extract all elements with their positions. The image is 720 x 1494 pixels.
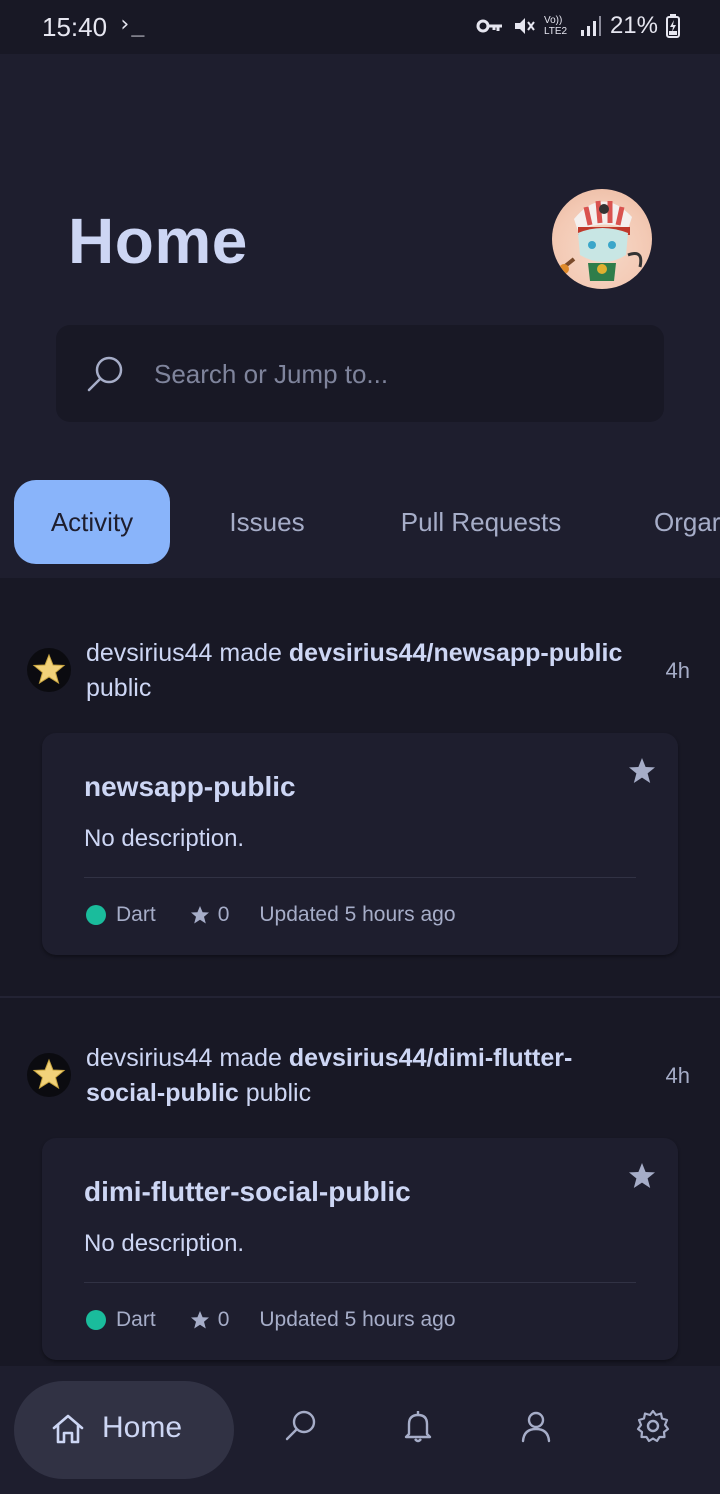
card-divider: [84, 1282, 636, 1283]
repo-card[interactable]: newsapp-public No description. Dart 0 Up…: [42, 733, 678, 955]
feed-headline[interactable]: devsirius44 made devsirius44/dimi-flutte…: [86, 1041, 646, 1111]
actor-avatar[interactable]: [27, 1053, 71, 1097]
nav-notifications-bell-icon[interactable]: [400, 1408, 436, 1444]
actor-avatar[interactable]: [27, 648, 71, 692]
feed-suffix: public: [86, 674, 152, 702]
time-ago: 4h: [665, 1063, 690, 1088]
star-count-icon: [190, 1311, 209, 1329]
vpn-key-icon: [476, 19, 502, 33]
nav-profile-icon[interactable]: [518, 1408, 554, 1444]
network-label: Vo)) LTE2: [543, 15, 568, 37]
repo-name[interactable]: dimi-flutter-social-public: [84, 1176, 411, 1208]
status-time: 15:40: [42, 12, 108, 42]
search-icon: [87, 356, 123, 392]
terminal-icon: ›_: [118, 12, 145, 37]
tab-bar: Activity Issues Pull Requests Orgar: [0, 480, 720, 566]
repo-description: No description.: [84, 825, 245, 852]
star-avatar-icon: [32, 1058, 66, 1090]
repo-meta: Dart 0 Updated 5 hours ago: [86, 1308, 456, 1332]
signal-icon: [580, 16, 601, 36]
tab-pull-requests[interactable]: Pull Requests: [370, 480, 592, 564]
star-count-icon: [190, 906, 209, 924]
bottom-nav: Home: [0, 1366, 720, 1494]
updated-time: Updated 5 hours ago: [259, 903, 456, 926]
feed-divider: [0, 996, 720, 998]
status-bar: 15:40 ›_ Vo)) LTE2 21%: [0, 0, 720, 54]
language-dot-icon: [86, 905, 106, 925]
language-dot-icon: [86, 1310, 106, 1330]
star-count: 0: [217, 903, 230, 926]
battery-percent: 21%: [609, 12, 658, 39]
tab-activity[interactable]: Activity: [14, 480, 170, 564]
feed-verb: made: [219, 1044, 282, 1072]
activity-feed[interactable]: devsirius44 made devsirius44/newsapp-pub…: [0, 578, 720, 1366]
nav-search-icon[interactable]: [283, 1408, 319, 1444]
search-box[interactable]: [56, 325, 664, 424]
nav-home-label: Home: [102, 1411, 183, 1444]
actor-name[interactable]: devsirius44: [86, 639, 212, 667]
nav-home-button[interactable]: Home: [14, 1381, 234, 1479]
repo-meta: Dart 0 Updated 5 hours ago: [86, 903, 456, 927]
star-button-icon[interactable]: [628, 757, 656, 785]
repo-description: No description.: [84, 1230, 245, 1257]
actor-name[interactable]: devsirius44: [86, 1044, 212, 1072]
search-input[interactable]: [152, 325, 636, 424]
repo-name[interactable]: newsapp-public: [84, 771, 296, 803]
feed-headline[interactable]: devsirius44 made devsirius44/newsapp-pub…: [86, 636, 666, 706]
repo-language: Dart: [116, 903, 156, 926]
tab-organizations[interactable]: Orgar: [640, 480, 720, 564]
avatar-illustration-icon: [559, 200, 643, 281]
updated-time: Updated 5 hours ago: [259, 1308, 456, 1331]
star-avatar-icon: [32, 653, 66, 685]
feed-suffix: public: [245, 1079, 312, 1107]
nav-settings-gear-icon[interactable]: [635, 1408, 671, 1444]
feed-verb: made: [219, 639, 282, 667]
battery-charging-icon: [666, 14, 680, 38]
user-avatar[interactable]: [552, 189, 652, 289]
repo-card[interactable]: dimi-flutter-social-public No descriptio…: [42, 1138, 678, 1360]
home-icon: [52, 1414, 84, 1444]
page-title: Home: [68, 205, 248, 277]
time-ago: 4h: [665, 658, 690, 683]
repo-language: Dart: [116, 1308, 156, 1331]
repo-link[interactable]: devsirius44/newsapp-public: [289, 639, 622, 667]
star-button-icon[interactable]: [628, 1162, 656, 1190]
star-count: 0: [217, 1308, 230, 1331]
mute-icon: [514, 18, 535, 34]
card-divider: [84, 877, 636, 878]
status-icons: Vo)) LTE2 21%: [476, 12, 680, 40]
tab-issues[interactable]: Issues: [200, 480, 334, 564]
